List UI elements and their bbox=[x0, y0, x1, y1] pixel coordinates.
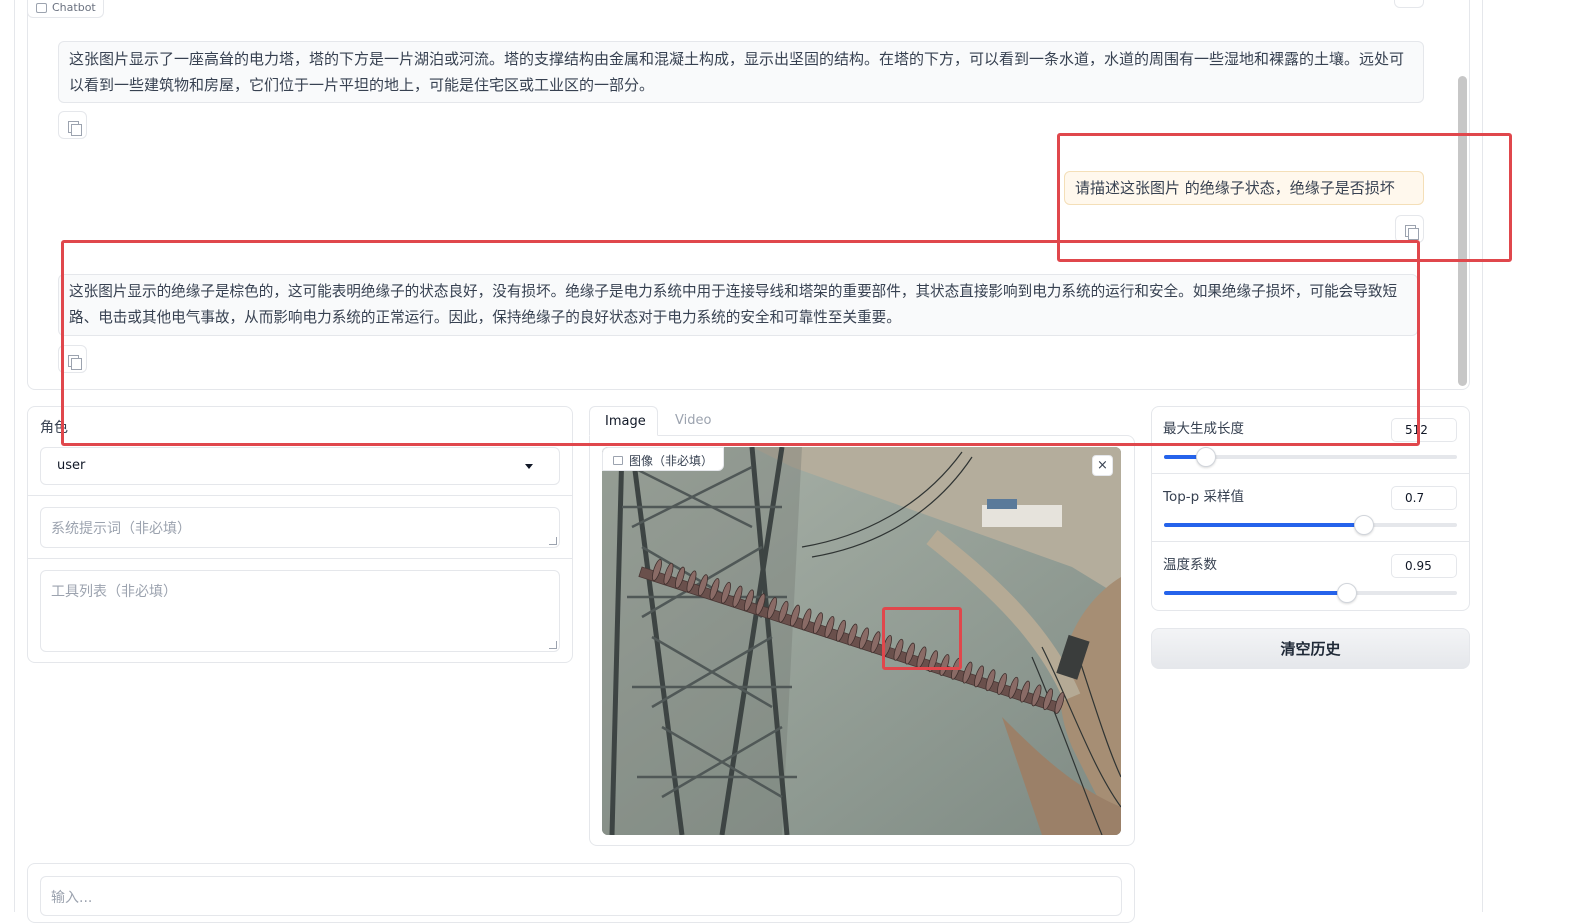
tools-placeholder: 工具列表（非必填） bbox=[51, 584, 177, 600]
param-label: Top-p 采样值 bbox=[1163, 489, 1245, 505]
annotation-box-insulator bbox=[882, 607, 962, 670]
image-icon bbox=[613, 456, 623, 465]
annotation-box-assistant-answer bbox=[61, 240, 1420, 446]
close-icon[interactable]: × bbox=[1092, 455, 1113, 476]
param-slider[interactable] bbox=[1164, 447, 1457, 467]
param-slider-fill bbox=[1164, 523, 1364, 527]
message-input[interactable]: 输入... bbox=[40, 876, 1122, 916]
resize-handle-icon[interactable] bbox=[549, 641, 557, 649]
divider bbox=[1152, 473, 1469, 474]
param-slider[interactable] bbox=[1164, 515, 1457, 535]
chatbot-label-text: Chatbot bbox=[52, 1, 96, 14]
copy-button[interactable] bbox=[58, 111, 87, 139]
param-slider-fill bbox=[1164, 591, 1346, 595]
param-number-input[interactable]: 0.95 bbox=[1391, 554, 1457, 578]
assistant-message: 这张图片显示了一座高耸的电力塔，塔的下方是一片湖泊或河流。塔的支撑结构由金属和混… bbox=[58, 41, 1424, 103]
assistant-message-text: 这张图片显示了一座高耸的电力塔，塔的下方是一片湖泊或河流。塔的支撑结构由金属和混… bbox=[69, 50, 1405, 94]
copy-button-partial[interactable] bbox=[1394, 0, 1424, 8]
param-label: 温度系数 bbox=[1163, 557, 1217, 573]
param-slider-thumb[interactable] bbox=[1196, 447, 1217, 467]
tab-image[interactable]: Image bbox=[589, 406, 658, 436]
clear-history-button[interactable]: 清空历史 bbox=[1151, 628, 1470, 669]
role-select-value: user bbox=[57, 458, 86, 473]
chat-icon bbox=[36, 2, 47, 13]
param-number-input[interactable]: 0.7 bbox=[1391, 486, 1457, 510]
resize-handle-icon[interactable] bbox=[549, 537, 557, 545]
role-select[interactable]: user bbox=[40, 447, 560, 485]
power-tower-photo bbox=[602, 447, 1121, 835]
divider bbox=[28, 495, 572, 496]
tools-input[interactable]: 工具列表（非必填） bbox=[40, 570, 560, 652]
system-prompt-placeholder: 系统提示词（非必填） bbox=[51, 521, 191, 537]
chatbot-label: Chatbot bbox=[27, 0, 104, 18]
param-slider[interactable] bbox=[1164, 583, 1457, 603]
divider bbox=[28, 558, 572, 559]
uploaded-image bbox=[602, 447, 1121, 835]
param-slider-thumb[interactable] bbox=[1336, 583, 1357, 603]
image-input-label-text: 图像（非必填） bbox=[629, 454, 714, 468]
chevron-down-icon bbox=[525, 464, 533, 469]
message-input-placeholder: 输入... bbox=[51, 890, 93, 906]
divider bbox=[1152, 541, 1469, 542]
system-prompt-input[interactable]: 系统提示词（非必填） bbox=[40, 507, 560, 548]
image-input-label: 图像（非必填） bbox=[602, 447, 725, 471]
